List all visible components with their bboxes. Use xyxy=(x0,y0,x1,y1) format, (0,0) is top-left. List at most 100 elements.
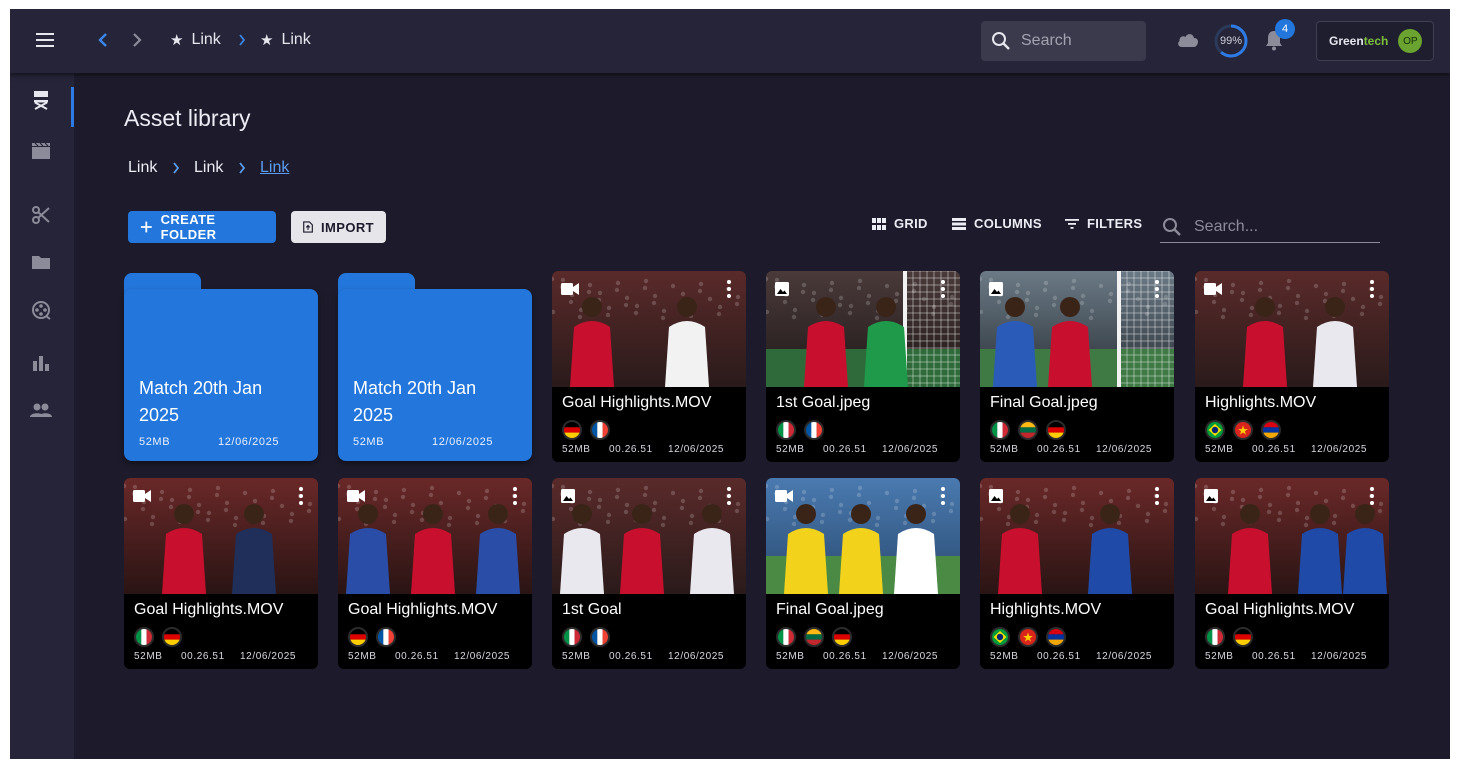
forward-arrow-icon[interactable] xyxy=(126,29,148,51)
image-icon xyxy=(561,489,575,508)
upload-progress-label: 99% xyxy=(1219,35,1243,47)
folder-size: 52MB xyxy=(353,436,385,448)
back-arrow-icon[interactable] xyxy=(92,29,114,51)
brand-account-button[interactable]: Greentech OP xyxy=(1316,21,1434,61)
hamburger-menu-icon[interactable] xyxy=(34,29,56,51)
video-camera-icon xyxy=(775,489,793,507)
more-vertical-icon[interactable] xyxy=(940,280,946,298)
breadcrumb-link-1[interactable]: Link xyxy=(128,159,157,177)
asset-thumbnail[interactable] xyxy=(980,478,1174,594)
asset-flags xyxy=(348,627,396,647)
asset-card[interactable]: Goal Highlights.MOV 52MB 00.26.51 12/06/… xyxy=(124,478,318,669)
folder-card[interactable]: Match 20th Jan 2025 52MB 12/06/2025 xyxy=(338,273,532,463)
columns-view-button[interactable]: COLUMNS xyxy=(952,216,1042,231)
asset-card[interactable]: Goal Highlights.MOV 52MB 00.26.51 12/06/… xyxy=(1195,478,1389,669)
director-chair-icon[interactable] xyxy=(30,89,52,111)
asset-flags xyxy=(776,420,824,440)
asset-date: 12/06/2025 xyxy=(1311,444,1368,455)
flag-france-icon xyxy=(376,627,396,647)
asset-card[interactable]: 1st Goal.jpeg 52MB 00.26.51 12/06/2025 xyxy=(766,271,960,462)
asset-thumbnail[interactable] xyxy=(766,271,960,387)
top-breadcrumb-link-2[interactable]: ★ Link xyxy=(260,31,311,49)
flag-germany-icon xyxy=(1046,420,1066,440)
asset-duration: 00.26.51 xyxy=(609,651,653,662)
columns-icon xyxy=(952,217,966,230)
asset-duration: 00.26.51 xyxy=(823,651,867,662)
notification-badge: 4 xyxy=(1275,19,1295,39)
more-vertical-icon[interactable] xyxy=(726,280,732,298)
asset-thumbnail[interactable] xyxy=(338,478,532,594)
asset-flags xyxy=(990,420,1066,440)
asset-card[interactable]: Goal Highlights.MOV 52MB 00.26.51 12/06/… xyxy=(338,478,532,669)
cloud-icon[interactable] xyxy=(1176,31,1200,49)
asset-duration: 00.26.51 xyxy=(1037,444,1081,455)
filters-button[interactable]: FILTERS xyxy=(1065,216,1142,231)
asset-name: Goal Highlights.MOV xyxy=(1205,601,1355,618)
film-reel-icon[interactable] xyxy=(30,299,52,321)
asset-name: Final Goal.jpeg xyxy=(776,601,884,618)
more-vertical-icon[interactable] xyxy=(1154,487,1160,505)
asset-thumbnail[interactable] xyxy=(980,271,1174,387)
people-icon[interactable] xyxy=(30,399,52,421)
breadcrumb-link-current[interactable]: Link xyxy=(260,159,289,177)
asset-thumbnail[interactable] xyxy=(552,271,746,387)
file-upload-icon xyxy=(303,221,313,233)
scissors-icon[interactable] xyxy=(30,204,52,226)
folder-icon[interactable] xyxy=(30,251,52,273)
plus-icon xyxy=(140,221,152,233)
more-vertical-icon[interactable] xyxy=(1369,487,1375,505)
more-vertical-icon[interactable] xyxy=(1154,280,1160,298)
star-icon: ★ xyxy=(260,32,274,49)
asset-date: 12/06/2025 xyxy=(240,651,297,662)
create-folder-button[interactable]: CREATE FOLDER xyxy=(128,211,276,243)
more-vertical-icon[interactable] xyxy=(298,487,304,505)
chevron-right-icon xyxy=(238,34,246,46)
top-bar: ★ Link ★ Link Search 99% 4 Greentech OP xyxy=(10,9,1450,73)
bar-chart-icon[interactable] xyxy=(30,352,52,374)
flag-france-icon xyxy=(590,420,610,440)
asset-flags xyxy=(134,627,182,647)
grid-view-button[interactable]: GRID xyxy=(872,216,928,231)
more-vertical-icon[interactable] xyxy=(726,487,732,505)
asset-card[interactable]: Final Goal.jpeg 52MB 00.26.51 12/06/2025 xyxy=(980,271,1174,462)
more-vertical-icon[interactable] xyxy=(512,487,518,505)
import-button[interactable]: IMPORT xyxy=(291,211,386,243)
filters-label: FILTERS xyxy=(1087,216,1143,231)
asset-search-input[interactable]: Search... xyxy=(1160,211,1380,243)
asset-card[interactable]: Final Goal.jpeg 52MB 00.26.51 12/06/2025 xyxy=(766,478,960,669)
upload-progress-indicator[interactable]: 99% xyxy=(1213,23,1249,59)
flag-italy-icon xyxy=(1205,627,1225,647)
brand-logo: Greentech xyxy=(1329,34,1389,48)
asset-thumbnail[interactable] xyxy=(124,478,318,594)
asset-thumbnail[interactable] xyxy=(1195,271,1389,387)
more-vertical-icon[interactable] xyxy=(1369,280,1375,298)
asset-name: 1st Goal xyxy=(562,601,622,618)
asset-card[interactable]: Highlights.MOV 52MB 00.26.51 12/06/2025 xyxy=(980,478,1174,669)
image-icon xyxy=(989,282,1003,301)
top-search-input[interactable]: Search xyxy=(981,21,1146,61)
flag-brazil-icon xyxy=(1205,420,1225,440)
search-placeholder: Search xyxy=(1021,32,1072,49)
image-icon xyxy=(1204,489,1218,508)
folder-card[interactable]: Match 20th Jan 2025 52MB 12/06/2025 xyxy=(124,273,318,463)
asset-thumbnail[interactable] xyxy=(766,478,960,594)
asset-card[interactable]: Highlights.MOV 52MB 00.26.51 12/06/2025 xyxy=(1195,271,1389,462)
more-vertical-icon[interactable] xyxy=(940,487,946,505)
asset-flags xyxy=(1205,627,1253,647)
asset-thumbnail[interactable] xyxy=(552,478,746,594)
asset-thumbnail[interactable] xyxy=(1195,478,1389,594)
asset-date: 12/06/2025 xyxy=(668,444,725,455)
image-icon xyxy=(775,282,789,301)
asset-name: Highlights.MOV xyxy=(990,601,1102,618)
search-icon xyxy=(1163,217,1181,236)
asset-name: Final Goal.jpeg xyxy=(990,394,1098,411)
flag-armenia-icon xyxy=(1046,627,1066,647)
filter-icon xyxy=(1065,218,1079,229)
flag-germany-icon xyxy=(162,627,182,647)
breadcrumb-link-2[interactable]: Link xyxy=(194,159,223,177)
asset-card[interactable]: Goal Highlights.MOV 52MB 00.26.51 12/06/… xyxy=(552,271,746,462)
top-breadcrumb-link-1[interactable]: ★ Link xyxy=(170,31,221,49)
asset-card[interactable]: 1st Goal 52MB 00.26.51 12/06/2025 xyxy=(552,478,746,669)
video-camera-icon xyxy=(1204,282,1222,300)
clapperboard-icon[interactable] xyxy=(30,140,52,162)
